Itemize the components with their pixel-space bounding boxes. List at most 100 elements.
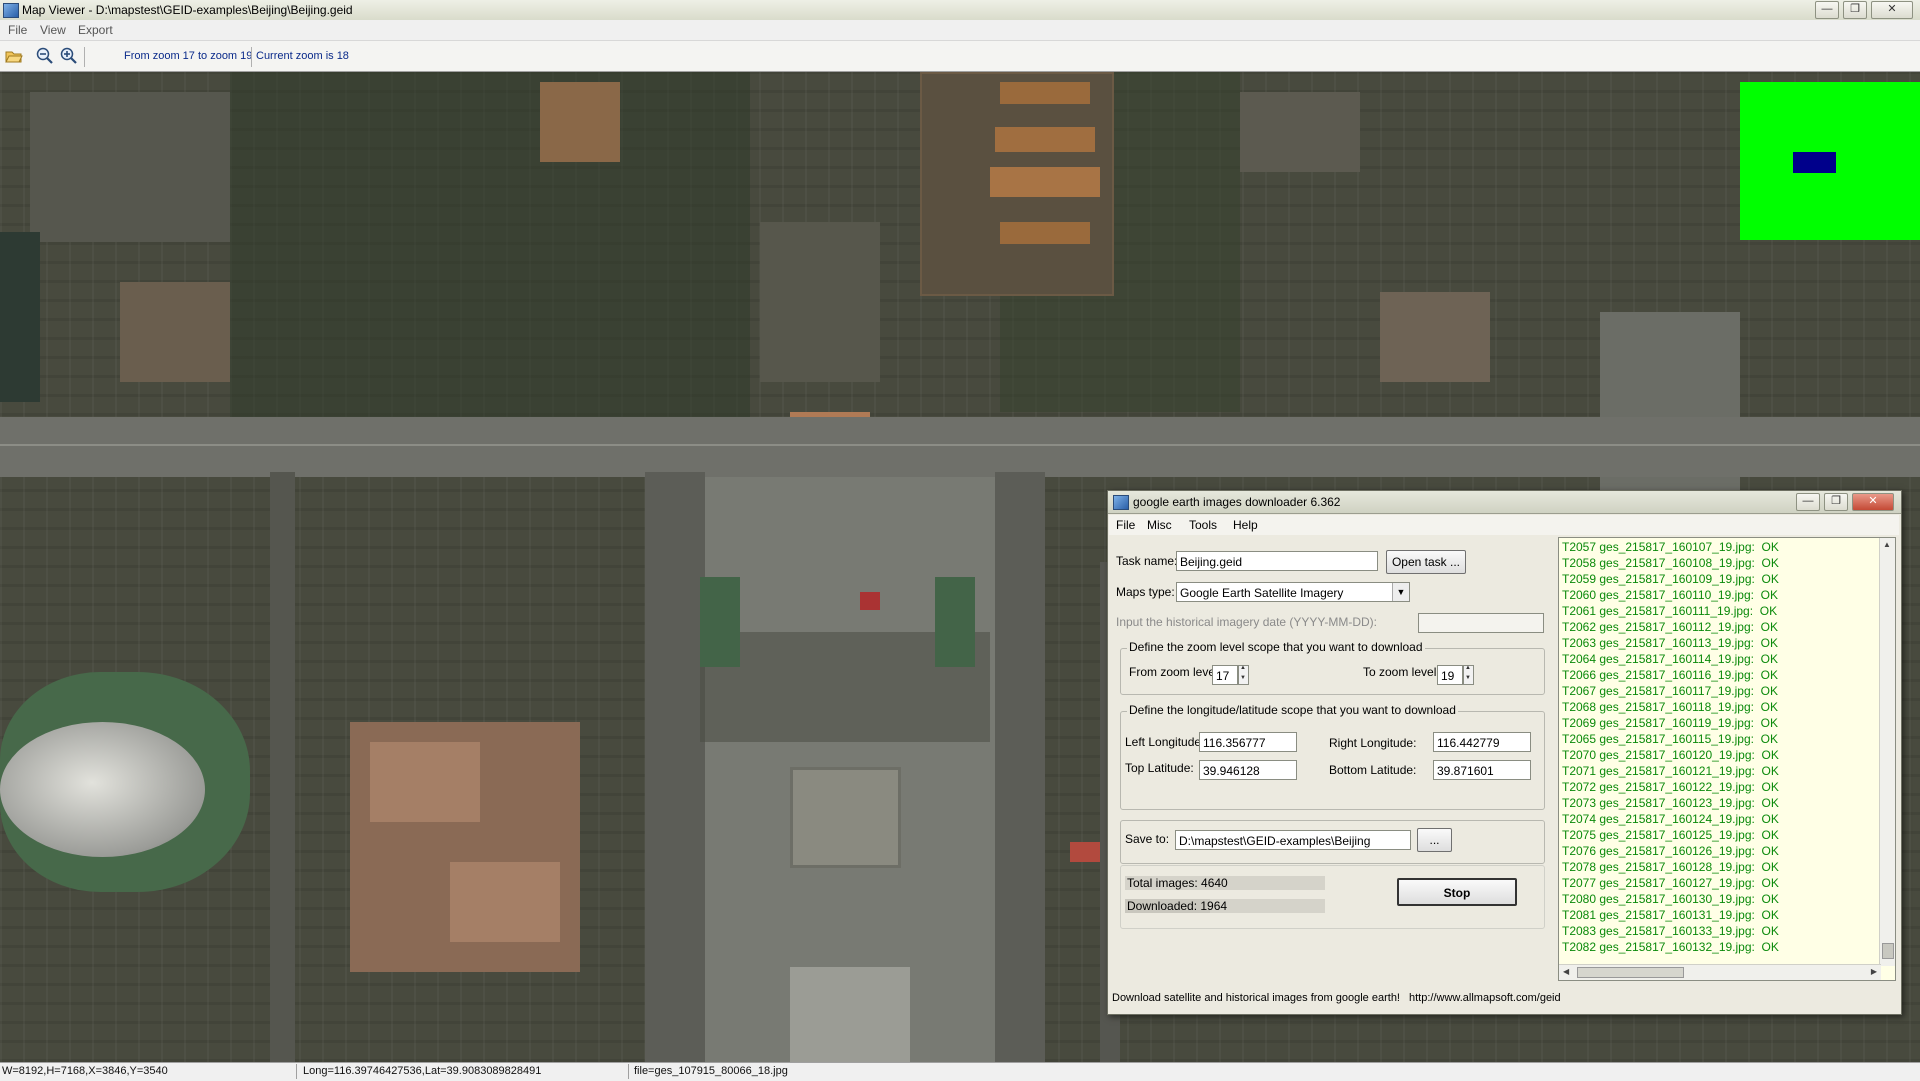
zoom-in-icon[interactable]	[60, 47, 78, 65]
overview-minimap[interactable]	[1740, 82, 1920, 240]
map-building	[1380, 292, 1490, 382]
toolbar-separator	[251, 47, 252, 67]
map-road	[270, 472, 295, 1062]
dialog-title: google earth images downloader 6.362	[1133, 495, 1341, 509]
log-scroll-thumb[interactable]	[1882, 943, 1894, 959]
map-building	[30, 92, 230, 242]
download-log[interactable]: T2057 ges_215817_160107_19.jpg: OK T2058 …	[1558, 537, 1896, 981]
minimize-button[interactable]: —	[1815, 1, 1839, 19]
log-line: T2069 ges_215817_160119_19.jpg: OK	[1562, 716, 1778, 730]
scroll-up-icon[interactable]: ▲	[1883, 540, 1891, 549]
browse-button[interactable]: ...	[1417, 828, 1452, 852]
status-file: file=ges_107915_80066_18.jpg	[634, 1065, 788, 1077]
map-building	[1240, 92, 1360, 172]
menu-file[interactable]: File	[8, 23, 27, 37]
map-red-roof	[1070, 842, 1100, 862]
right-longitude-label: Right Longitude:	[1329, 736, 1417, 750]
scroll-left-icon[interactable]: ◀	[1563, 967, 1569, 976]
log-line: T2061 ges_215817_160111_19.jpg: OK	[1562, 604, 1778, 618]
historical-date-field[interactable]	[1418, 613, 1544, 633]
to-zoom-stepper[interactable]	[1463, 665, 1474, 685]
map-roof	[370, 742, 480, 822]
dialog-menu-bar: File Misc Tools Help	[1109, 515, 1899, 535]
dialog-form: Task name: Beijing.geid Open task ... Ma…	[1114, 537, 1558, 983]
map-roof	[1000, 82, 1090, 104]
dialog-minimize-button[interactable]: —	[1796, 493, 1820, 511]
save-to-label: Save to:	[1125, 832, 1170, 846]
maps-type-select[interactable]: Google Earth Satellite Imagery ▼	[1176, 582, 1410, 602]
map-roof	[990, 167, 1100, 197]
dialog-menu-misc[interactable]: Misc	[1147, 518, 1172, 532]
log-hscroll-thumb[interactable]	[1577, 967, 1684, 978]
map-mausoleum	[790, 967, 910, 1062]
from-zoom-label: From zoom level	[1129, 665, 1218, 679]
task-name-field[interactable]: Beijing.geid	[1176, 551, 1378, 571]
bottom-latitude-label: Bottom Latitude:	[1329, 763, 1417, 777]
app-icon	[3, 3, 19, 18]
dialog-menu-tools[interactable]: Tools	[1189, 518, 1217, 532]
menu-view[interactable]: View	[40, 23, 66, 37]
dialog-menu-help[interactable]: Help	[1233, 518, 1258, 532]
main-title-bar: Map Viewer - D:\mapstest\GEID-examples\B…	[0, 0, 1920, 21]
close-button[interactable]: ✕	[1871, 1, 1913, 19]
map-grand-theatre	[0, 722, 205, 857]
log-line: T2060 ges_215817_160110_19.jpg: OK	[1562, 588, 1778, 602]
scroll-right-icon[interactable]: ▶	[1871, 967, 1877, 976]
dialog-menu-file[interactable]: File	[1116, 518, 1135, 532]
status-dimensions: W=8192,H=7168,X=3846,Y=3540	[2, 1065, 168, 1077]
open-task-button[interactable]: Open task ...	[1386, 550, 1466, 574]
log-line: T2077 ges_215817_160127_19.jpg: OK	[1562, 876, 1779, 890]
zoom-range-text: From zoom 17 to zoom 19	[124, 50, 253, 62]
footer-url[interactable]: http://www.allmapsoft.com/geid	[1409, 992, 1561, 1004]
log-line: T2057 ges_215817_160107_19.jpg: OK	[1562, 540, 1779, 554]
footer-text: Download satellite and historical images…	[1112, 992, 1400, 1004]
map-courtyard	[760, 222, 880, 382]
maps-type-label: Maps type:	[1116, 585, 1175, 599]
log-line: T2082 ges_215817_160132_19.jpg: OK	[1562, 940, 1779, 954]
log-line: T2059 ges_215817_160109_19.jpg: OK	[1562, 572, 1779, 586]
status-separator	[296, 1064, 297, 1079]
log-line: T2058 ges_215817_160108_19.jpg: OK	[1562, 556, 1779, 570]
dialog-close-button[interactable]: ✕	[1852, 493, 1894, 511]
zoom-out-icon[interactable]	[36, 47, 54, 65]
log-line: T2075 ges_215817_160125_19.jpg: OK	[1562, 828, 1779, 842]
status-coordinates: Long=116.39746427536,Lat=39.908308982849…	[303, 1065, 542, 1077]
log-line: T2064 ges_215817_160114_19.jpg: OK	[1562, 652, 1778, 666]
log-line: T2074 ges_215817_160124_19.jpg: OK	[1562, 812, 1779, 826]
map-lawn	[700, 577, 740, 667]
total-images-text: Total images: 4640	[1127, 876, 1228, 890]
map-building	[120, 282, 230, 382]
open-folder-icon[interactable]	[5, 47, 23, 65]
downloader-dialog: google earth images downloader 6.362 — ❐…	[1107, 490, 1902, 1015]
maximize-button[interactable]: ❐	[1843, 1, 1867, 19]
bottom-latitude-field[interactable]: 39.871601	[1433, 760, 1531, 780]
downloaded-text: Downloaded: 1964	[1127, 899, 1228, 913]
map-avenue	[0, 417, 1920, 477]
to-zoom-field[interactable]: 19	[1437, 665, 1463, 685]
from-zoom-field[interactable]: 17	[1212, 665, 1238, 685]
left-longitude-field[interactable]: 116.356777	[1199, 732, 1297, 752]
log-vertical-scrollbar[interactable]: ▲	[1879, 538, 1895, 966]
dialog-maximize-button[interactable]: ❐	[1824, 493, 1848, 511]
map-roof	[995, 127, 1095, 152]
window-title: Map Viewer - D:\mapstest\GEID-examples\B…	[22, 3, 353, 17]
menu-export[interactable]: Export	[78, 23, 113, 37]
top-latitude-field[interactable]: 39.946128	[1199, 760, 1297, 780]
stop-button[interactable]: Stop	[1397, 878, 1517, 906]
overview-viewport-marker[interactable]	[1793, 152, 1836, 173]
map-road	[995, 472, 1045, 1062]
log-horizontal-scrollbar[interactable]: ◀ ▶	[1559, 964, 1881, 980]
chevron-down-icon[interactable]: ▼	[1392, 583, 1409, 601]
save-to-field[interactable]: D:\mapstest\GEID-examples\Beijing	[1175, 830, 1411, 850]
save-to-group: Save to: D:\mapstest\GEID-examples\Beiji…	[1120, 820, 1545, 864]
main-menu-bar: File View Export	[0, 20, 1920, 41]
progress-group: Total images: 4640 Downloaded: 1964 Stop	[1120, 865, 1545, 929]
right-longitude-field[interactable]: 116.442779	[1433, 732, 1531, 752]
status-separator	[628, 1064, 629, 1079]
log-line: T2072 ges_215817_160122_19.jpg: OK	[1562, 780, 1779, 794]
from-zoom-stepper[interactable]	[1238, 665, 1249, 685]
map-water	[0, 232, 40, 402]
status-bar: W=8192,H=7168,X=3846,Y=3540 Long=116.397…	[0, 1062, 1920, 1081]
log-line: T2080 ges_215817_160130_19.jpg: OK	[1562, 892, 1779, 906]
log-line: T2063 ges_215817_160113_19.jpg: OK	[1562, 636, 1778, 650]
